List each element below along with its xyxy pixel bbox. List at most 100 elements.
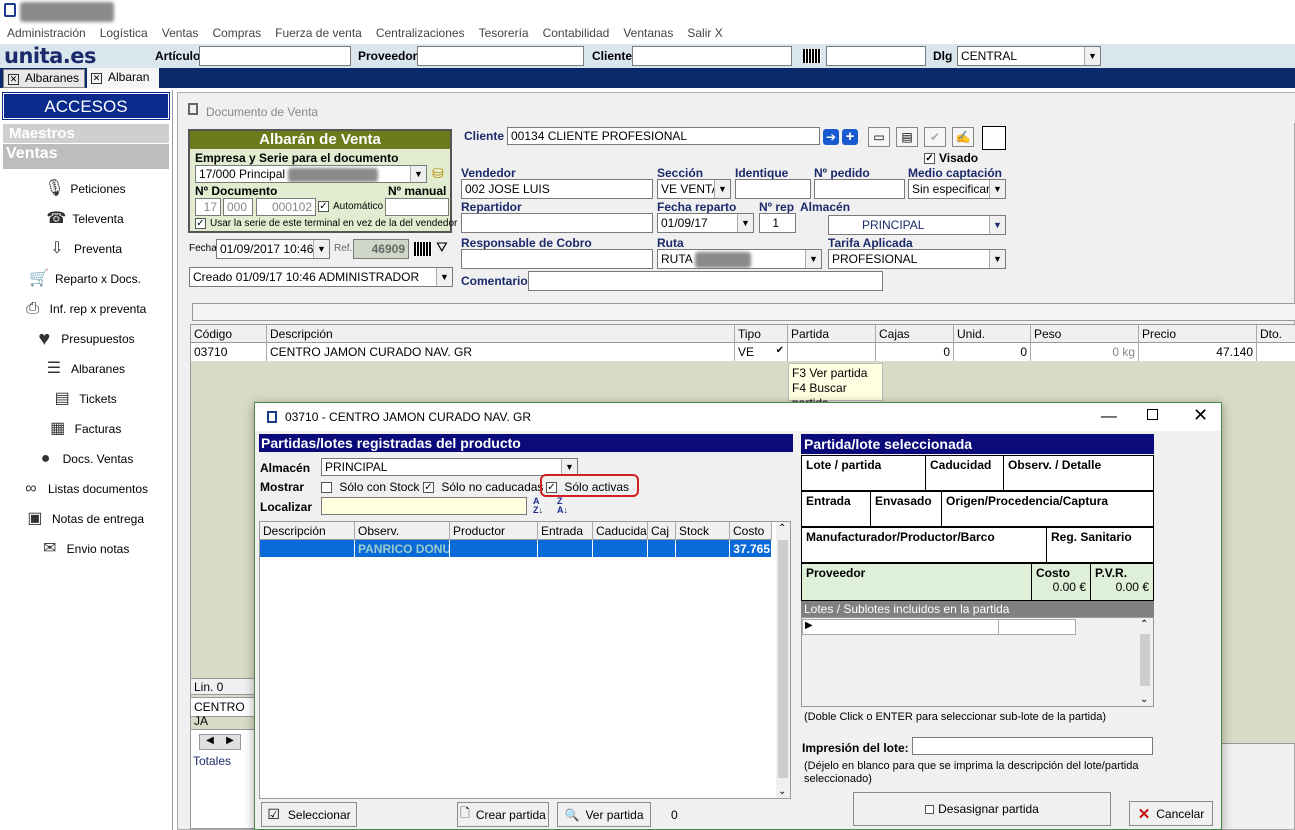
tab-albaran[interactable]: ✕ Albaran [87,68,159,88]
close-icon[interactable]: ✕ [1193,405,1208,426]
fecha-select[interactable]: 01/09/2017 10:46 ▼ [216,239,330,259]
sidebar-item-reparto[interactable]: 🛒 Reparto x Docs. [0,264,170,294]
close-icon[interactable]: ✕ [8,74,19,85]
sidebar-item-facturas[interactable]: ▦ Facturas [0,414,170,444]
col-codigo[interactable]: Código [191,325,267,343]
coins-icon[interactable]: ⛁ [432,165,448,183]
cliente-field[interactable]: 00134 CLIENTE PROFESIONAL [507,127,820,145]
barcode-icon[interactable] [414,242,432,256]
table-row[interactable]: PANRICO DONU 37.765 [260,540,772,558]
sidebar-section-ventas[interactable]: Ventas [3,144,169,169]
localizar-input[interactable] [321,497,527,515]
col-observ[interactable]: Observ. [355,522,450,540]
medio-select[interactable]: Sin especificar ▼ [908,179,1006,199]
arrow-left-icon[interactable]: ◀ [206,735,214,749]
cell-tipo[interactable]: VE ✔ [735,343,788,361]
sidebar-item-docs-ventas[interactable]: ● Docs. Ventas [0,444,170,474]
menu-fuerza-venta[interactable]: Fuerza de venta [275,26,362,40]
seccion-select[interactable]: VE VENTA ▼ [657,179,731,199]
fecha-reparto-select[interactable]: 01/09/17 ▼ [657,213,754,233]
col-stock[interactable]: Stock [676,522,730,540]
ruta-select[interactable]: RUTA ▼ [657,249,822,269]
signature-icon[interactable]: ✍ [952,127,974,147]
cancelar-button[interactable]: ✕ Cancelar [1129,801,1213,826]
table-row[interactable]: 03710 CENTRO JAMON CURADO NAV. GR VE ✔ 0 … [191,343,1295,361]
repartidor-input[interactable] [461,213,653,233]
nmanual-input[interactable] [385,198,449,216]
crear-partida-button[interactable]: 🗋 Crear partida [457,802,549,827]
resp-cobro-input[interactable] [461,249,653,269]
seleccionar-button[interactable]: ☑ Seleccionar [261,802,357,827]
sidebar-item-tickets[interactable]: ▤ Tickets [0,384,170,414]
close-icon[interactable]: ✕ [91,73,102,84]
col-productor[interactable]: Productor [450,522,538,540]
chevron-up-icon[interactable]: ⌃ [778,523,786,534]
menu-compras[interactable]: Compras [212,26,261,40]
sort-desc-icon[interactable]: Z A↓ [557,497,577,517]
col-descripcion[interactable]: Descripción [267,325,735,343]
document-icon[interactable]: ▤ [896,127,918,147]
sidebar-item-listas[interactable]: ∞ Listas documentos [0,474,170,504]
nav-buttons[interactable]: ◀ ▶ [199,734,241,750]
col-descripcion[interactable]: Descripción [260,522,355,540]
plus-icon[interactable]: + [842,129,858,145]
sort-asc-icon[interactable]: A Z↓ [533,497,553,517]
desasignar-button[interactable]: Desasignar partida [853,792,1111,826]
col-cajas[interactable]: Cajas [876,325,954,343]
sidebar-section-maestros[interactable]: Maestros [3,124,169,143]
barcode-input[interactable] [826,46,926,66]
creado-select[interactable]: Creado 01/09/17 10:46 ADMINISTRADOR ▼ [189,267,453,287]
npedido-input[interactable] [814,179,905,199]
col-entrada[interactable]: Entrada [538,522,593,540]
use-series-checkbox[interactable]: ✓ Usar la serie de este terminal en vez d… [195,218,457,229]
empresa-select[interactable]: 17/000 Principal ▼ [195,165,427,183]
filter-icon[interactable]: ⛛ [436,239,448,256]
barcode-icon[interactable] [803,49,821,63]
nrep-spinner[interactable]: 1 [759,213,796,233]
cliente-input[interactable] [632,46,792,66]
vendedor-field[interactable]: 002 JOSE LUIS [461,179,653,199]
vertical-scrollbar[interactable]: ⌃ ⌄ [776,522,790,798]
menu-logistica[interactable]: Logística [100,26,148,40]
impresion-input[interactable] [912,737,1153,755]
col-dto[interactable]: Dto. [1257,325,1295,343]
chevron-down-icon[interactable]: ⌄ [778,786,786,797]
minimize-icon[interactable]: — [1101,408,1117,426]
cell-partida[interactable] [788,343,876,361]
col-precio[interactable]: Precio [1139,325,1257,343]
maximize-icon[interactable] [1147,409,1158,420]
ver-partida-button[interactable]: 🔍 Ver partida [557,802,651,827]
vertical-scrollbar[interactable]: ⌃ ⌄ [1137,618,1153,706]
arrow-right-icon[interactable]: ➔ [823,129,839,145]
col-tipo[interactable]: Tipo [735,325,788,343]
sidebar-item-inf-rep[interactable]: ⎙ Inf. rep x preventa [0,294,170,324]
solo-stock-checkbox[interactable]: Sólo con Stock [321,480,419,494]
col-partida[interactable]: Partida [788,325,876,343]
arrow-right-icon[interactable]: ▶ [226,735,234,749]
solo-no-caducadas-checkbox[interactable]: ✓ Sólo no caducadas [423,480,543,494]
col-caj[interactable]: Caj [648,522,676,540]
sidebar-item-envio-notas[interactable]: ✉ Envio notas [0,534,170,564]
automatico-checkbox[interactable]: ✓ Automático [318,201,383,212]
identique-input[interactable] [735,179,811,199]
col-peso[interactable]: Peso [1031,325,1139,343]
sidebar-item-presupuestos[interactable]: ♥ Presupuestos [0,324,170,354]
menu-ventas[interactable]: Ventas [162,26,199,40]
articulo-input[interactable] [199,46,351,66]
menu-centralizaciones[interactable]: Centralizaciones [376,26,465,40]
col-caducidad[interactable]: Caducidad [593,522,648,540]
chevron-up-icon[interactable]: ⌃ [1140,619,1148,630]
menu-tesoreria[interactable]: Tesorería [479,26,529,40]
menu-administracion[interactable]: Administración [7,26,86,40]
sidebar-item-televenta[interactable]: ☎ Televenta [0,204,170,234]
col-costo[interactable]: Costo [730,522,772,540]
sidebar-item-albaranes[interactable]: ☰ Albaranes [0,354,170,384]
sidebar-item-peticiones[interactable]: 🎙 Peticiones [0,174,170,204]
tab-albaranes[interactable]: ✕ Albaranes [3,69,85,88]
solo-activas-checkbox[interactable]: ✓ Sólo activas [546,480,629,494]
menu-salir[interactable]: Salir X [687,26,722,40]
almacen-select[interactable]: PRINCIPAL ▼ [321,458,578,476]
chevron-down-icon[interactable]: ⌄ [1140,694,1148,705]
visado-checkbox[interactable]: ✓ Visado [924,151,978,165]
card-icon[interactable]: ▭ [868,127,890,147]
